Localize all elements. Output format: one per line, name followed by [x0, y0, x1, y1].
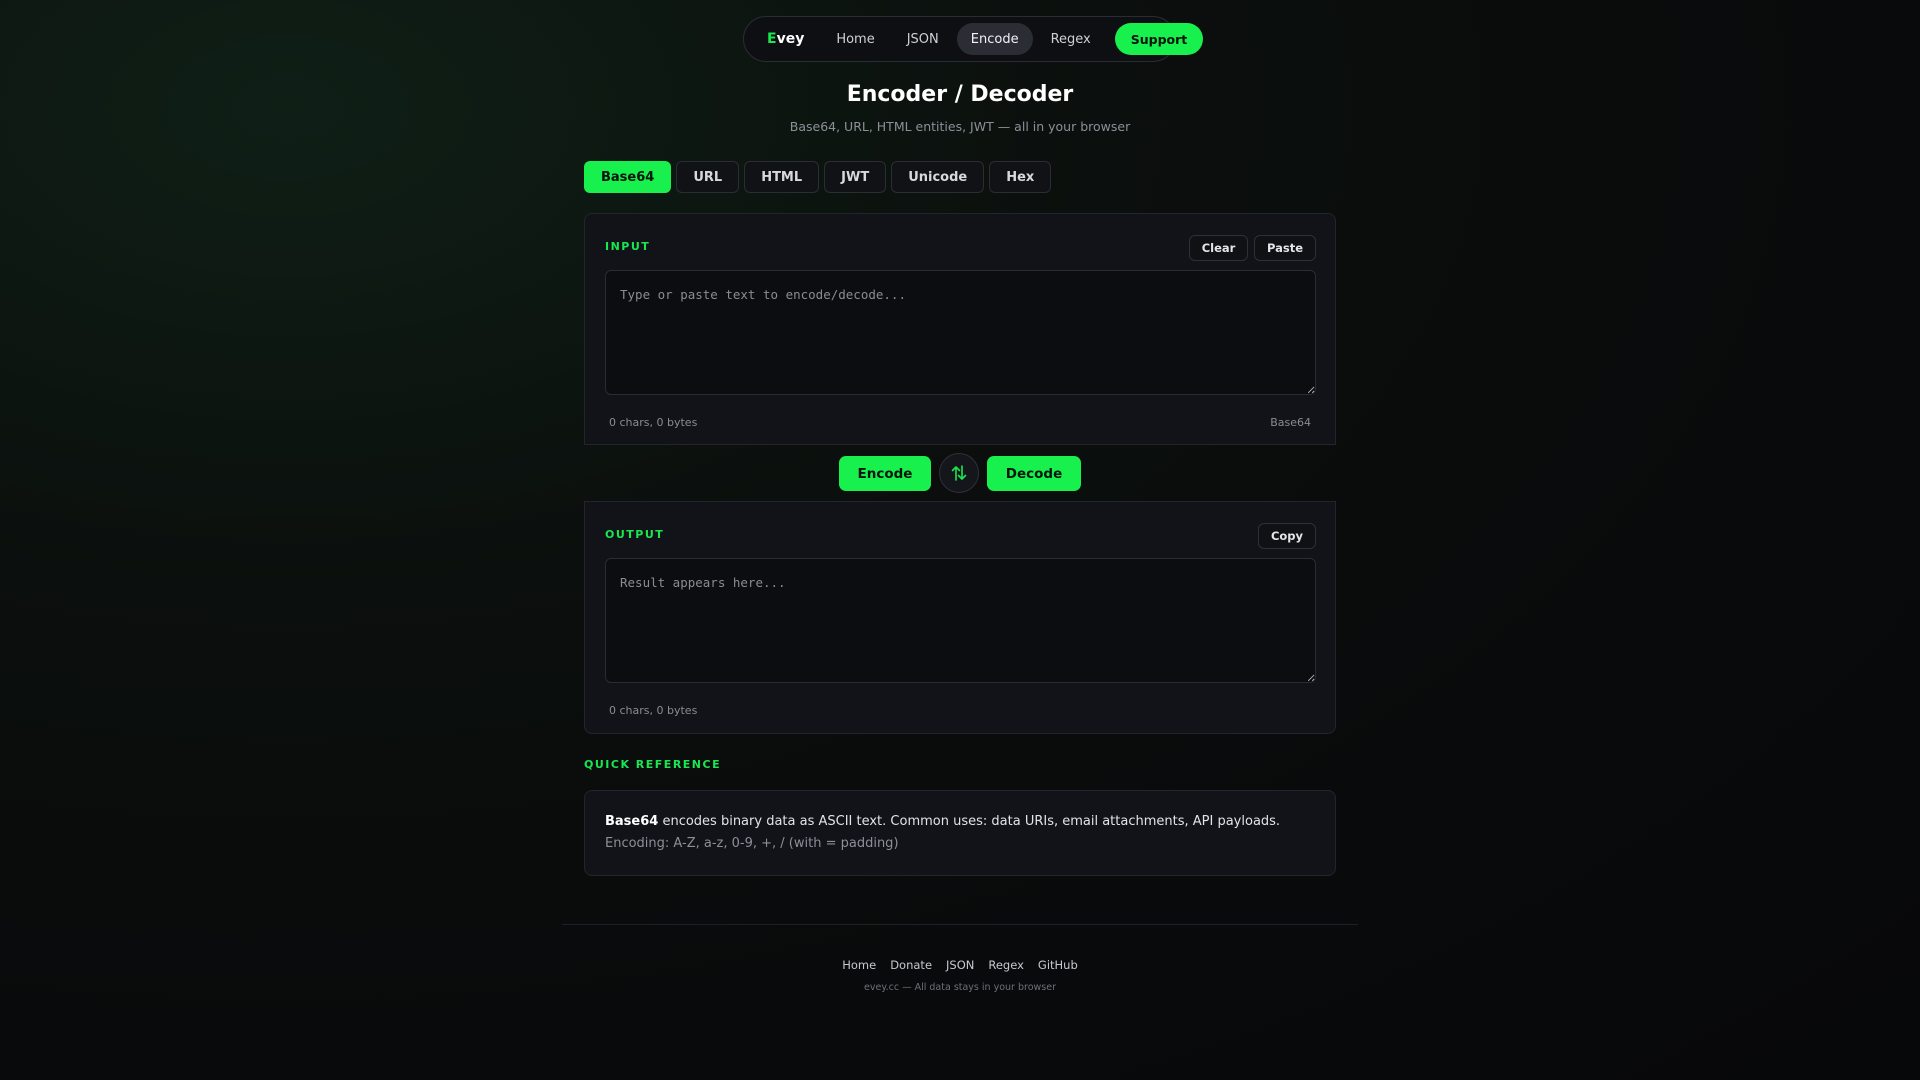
reference-term: Base64 [605, 814, 659, 829]
brand-initial: E [767, 31, 777, 47]
swap-button[interactable] [939, 453, 979, 493]
footer-link-home[interactable]: Home [835, 958, 883, 972]
page-title: Encoder / Decoder [846, 82, 1074, 107]
footer-links: Home Donate JSON Regex GitHub [0, 958, 1920, 972]
footer-link-donate[interactable]: Donate [883, 958, 939, 972]
quick-reference-heading: QUICK REFERENCE [584, 758, 722, 771]
nav-encode[interactable]: Encode [956, 23, 1033, 55]
reference-text: encodes binary data as ASCII text. Commo… [658, 814, 1281, 829]
encode-button[interactable]: Encode [839, 456, 931, 491]
input-stats: 0 chars, 0 bytes [609, 416, 698, 429]
footer-link-regex[interactable]: Regex [981, 958, 1031, 972]
brand-rest: vey [776, 31, 805, 47]
page-subtitle: Base64, URL, HTML entities, JWT — all in… [789, 119, 1131, 134]
nav-json[interactable]: JSON [893, 23, 953, 55]
input-label: INPUT [605, 240, 651, 253]
encoding-tabs: Base64 URL HTML JWT Unicode Hex [584, 161, 1052, 193]
input-textarea[interactable] [605, 270, 1316, 395]
paste-button[interactable]: Paste [1254, 235, 1316, 261]
nav-home[interactable]: Home [822, 23, 888, 55]
quick-reference-card: Base64 encodes binary data as ASCII text… [584, 790, 1336, 876]
tab-hex[interactable]: Hex [989, 161, 1052, 193]
tab-base64[interactable]: Base64 [584, 161, 672, 193]
input-panel: INPUT Clear Paste 0 chars, 0 bytes Base6… [584, 213, 1336, 445]
copy-button[interactable]: Copy [1258, 523, 1316, 549]
input-mode: Base64 [1270, 416, 1311, 429]
top-navigation: Evey Home JSON Encode Regex Support [743, 16, 1204, 62]
decode-button[interactable]: Decode [987, 456, 1081, 491]
clear-button[interactable]: Clear [1189, 235, 1248, 261]
reference-encoding-note: Encoding: A-Z, a-z, 0-9, +, / (with = pa… [605, 836, 899, 851]
output-panel: OUTPUT Copy 0 chars, 0 bytes [584, 501, 1336, 734]
output-stats: 0 chars, 0 bytes [609, 704, 698, 717]
footer-note: evey.cc — All data stays in your browser [864, 982, 1056, 993]
output-textarea[interactable] [605, 558, 1316, 683]
brand-logo[interactable]: Evey [751, 23, 818, 55]
tab-html[interactable]: HTML [744, 161, 820, 193]
tab-jwt[interactable]: JWT [824, 161, 887, 193]
footer-link-json[interactable]: JSON [939, 958, 981, 972]
tab-url[interactable]: URL [676, 161, 740, 193]
nav-regex[interactable]: Regex [1037, 23, 1105, 55]
footer-link-github[interactable]: GitHub [1031, 958, 1085, 972]
tab-unicode[interactable]: Unicode [891, 161, 985, 193]
output-label: OUTPUT [605, 528, 665, 541]
reference-description: Base64 encodes binary data as ASCII text… [605, 813, 1315, 831]
support-button[interactable]: Support [1114, 23, 1204, 55]
footer-divider [562, 924, 1358, 925]
swap-vertical-icon [951, 465, 967, 481]
